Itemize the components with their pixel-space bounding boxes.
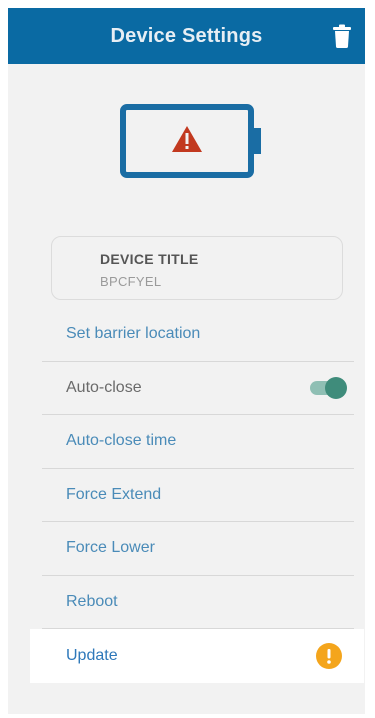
screen: Device Settings DEVICE TITLE BPCFYEL Set… <box>8 8 365 714</box>
settings-card: DEVICE TITLE BPCFYEL Set barrier locatio… <box>30 222 364 714</box>
list-item-label: Update <box>66 646 118 664</box>
trash-icon <box>333 24 351 48</box>
reboot-item[interactable]: Reboot <box>42 576 354 629</box>
force-extend-item[interactable]: Force Extend <box>42 469 354 522</box>
list-item-label: Set barrier location <box>66 325 201 343</box>
device-title-field[interactable]: DEVICE TITLE BPCFYEL <box>51 236 343 300</box>
phone-frame: Device Settings DEVICE TITLE BPCFYEL Set… <box>0 0 375 718</box>
battery-status-area <box>8 64 365 224</box>
list-item-label: Force Lower <box>66 539 155 557</box>
list-item-label: Reboot <box>66 592 118 610</box>
app-bar: Device Settings <box>8 8 365 64</box>
auto-close-item: Auto-close <box>42 362 354 415</box>
toggle-knob <box>325 376 347 399</box>
list-item-label: Auto-close time <box>66 432 177 450</box>
force-lower-item[interactable]: Force Lower <box>42 522 354 576</box>
auto-close-toggle[interactable] <box>310 376 347 399</box>
page-title: Device Settings <box>110 24 263 47</box>
device-id: BPCFYEL <box>100 274 162 289</box>
list-item-label: Force Extend <box>66 485 162 503</box>
battery-warning-icon <box>120 104 261 178</box>
set-barrier-location-item[interactable]: Set barrier location <box>42 308 354 362</box>
alert-icon <box>316 642 342 669</box>
auto-close-time-item[interactable]: Auto-close time <box>42 415 354 469</box>
delete-device-button[interactable] <box>331 22 353 50</box>
device-title-label: DEVICE TITLE <box>100 251 199 267</box>
settings-list: Set barrier location Auto-close Auto-clo… <box>30 308 364 683</box>
list-item-label: Auto-close <box>66 378 142 396</box>
update-item[interactable]: Update <box>30 629 364 683</box>
